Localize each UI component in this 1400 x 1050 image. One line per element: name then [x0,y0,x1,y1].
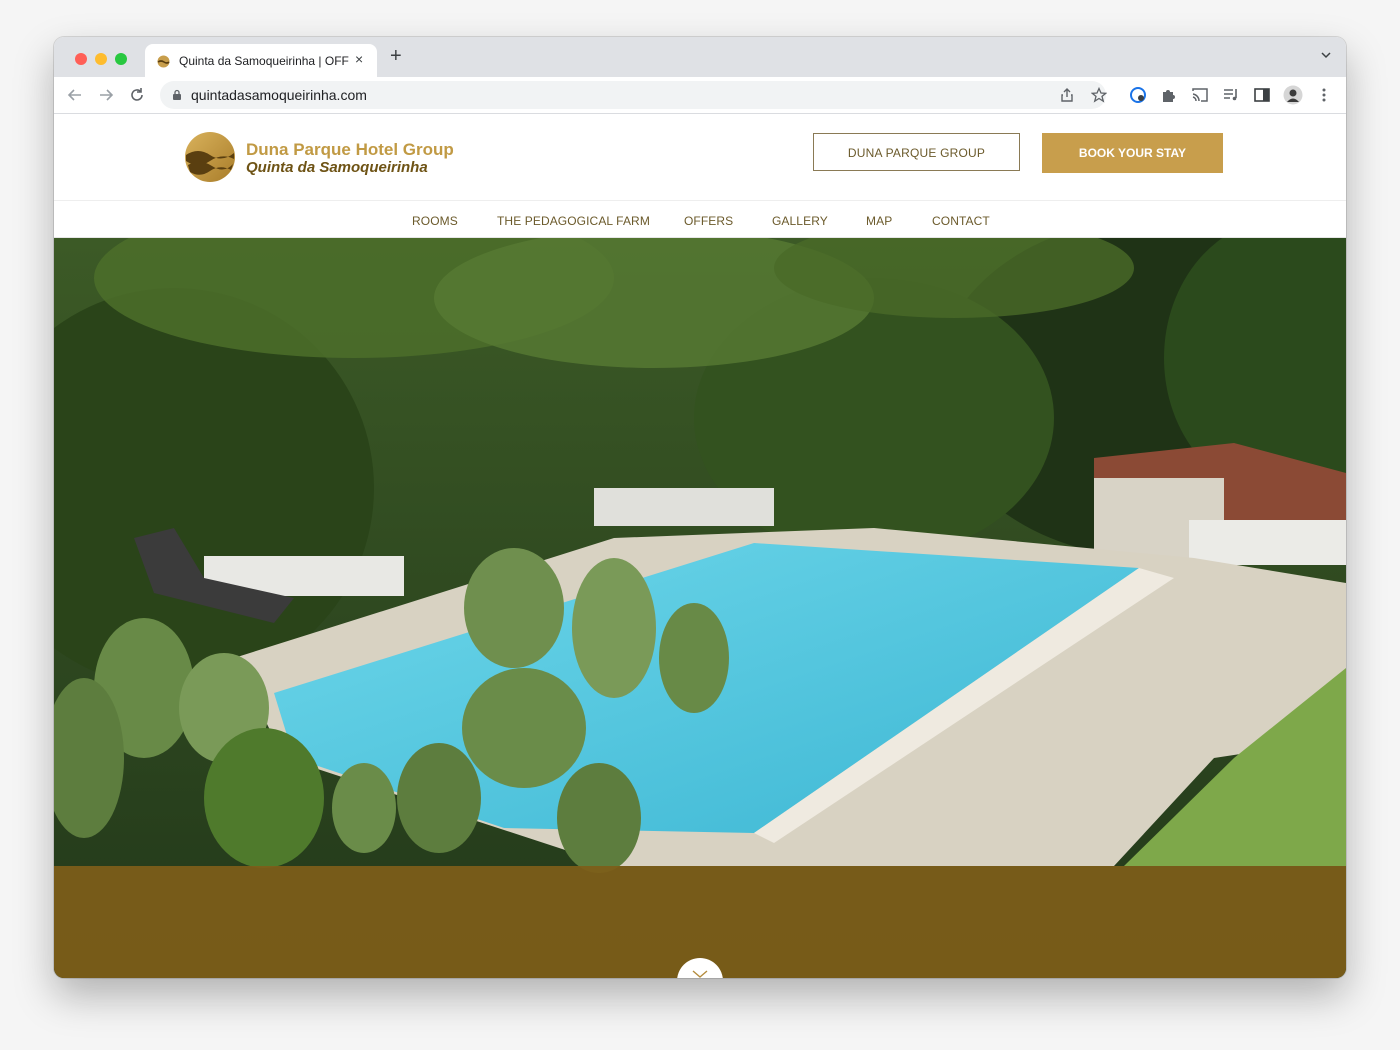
hotel-logo-icon[interactable] [184,131,236,183]
tab-title: Quinta da Samoqueirinha | OFF [179,54,349,68]
tab-strip: Quinta da Samoqueirinha | OFF × + [54,37,1346,77]
book-your-stay-button[interactable]: BOOK YOUR STAY [1042,133,1223,173]
browser-tab[interactable]: Quinta da Samoqueirinha | OFF × [145,44,377,77]
logo-line1[interactable]: Duna Parque Hotel Group [246,140,454,160]
browser-window: Quinta da Samoqueirinha | OFF × + quinta… [54,37,1346,978]
profile-avatar-icon[interactable] [1283,85,1303,105]
nav-gallery[interactable]: GALLERY [772,214,828,228]
chevron-down-icon [692,970,708,978]
main-navigation: ROOMS THE PEDAGOGICAL FARM OFFERS GALLER… [54,200,1346,238]
kebab-menu-icon[interactable] [1314,85,1334,105]
close-window-button[interactable] [75,53,87,65]
cast-icon[interactable] [1190,85,1210,105]
media-queue-icon[interactable] [1221,85,1241,105]
nav-map[interactable]: MAP [866,214,892,228]
hero-pool-photo [54,238,1346,978]
minimize-window-button[interactable] [95,53,107,65]
nav-contact[interactable]: CONTACT [932,214,990,228]
url-text: quintadasamoqueirinha.com [191,87,367,103]
nav-offers[interactable]: OFFERS [684,214,733,228]
nav-pedagogical-farm[interactable]: THE PEDAGOGICAL FARM [497,214,650,228]
maximize-window-button[interactable] [115,53,127,65]
forward-arrow-icon[interactable] [96,85,116,105]
tab-search-chevron-icon[interactable] [1320,49,1332,61]
tab-close-button[interactable]: × [355,51,363,67]
reload-icon[interactable] [127,85,147,105]
address-bar[interactable]: quintadasamoqueirinha.com [160,81,1107,109]
web-page: Duna Parque Hotel Group Quinta da Samoqu… [54,114,1346,978]
duna-parque-group-button[interactable]: DUNA PARQUE GROUP [813,133,1020,171]
lock-icon[interactable] [172,89,182,101]
browser-toolbar: quintadasamoqueirinha.com [54,77,1346,114]
extensions-puzzle-icon[interactable] [1159,85,1179,105]
site-header: Duna Parque Hotel Group Quinta da Samoqu… [54,114,1346,200]
share-icon[interactable] [1060,87,1074,103]
extension-badge-icon[interactable] [1128,85,1148,105]
side-panel-icon[interactable] [1252,85,1272,105]
logo-line2[interactable]: Quinta da Samoqueirinha [246,159,428,176]
nav-rooms[interactable]: ROOMS [412,214,458,228]
new-tab-button[interactable]: + [390,46,402,66]
bookmark-star-icon[interactable] [1091,87,1107,103]
back-arrow-icon[interactable] [65,85,85,105]
site-favicon-icon [157,55,170,68]
